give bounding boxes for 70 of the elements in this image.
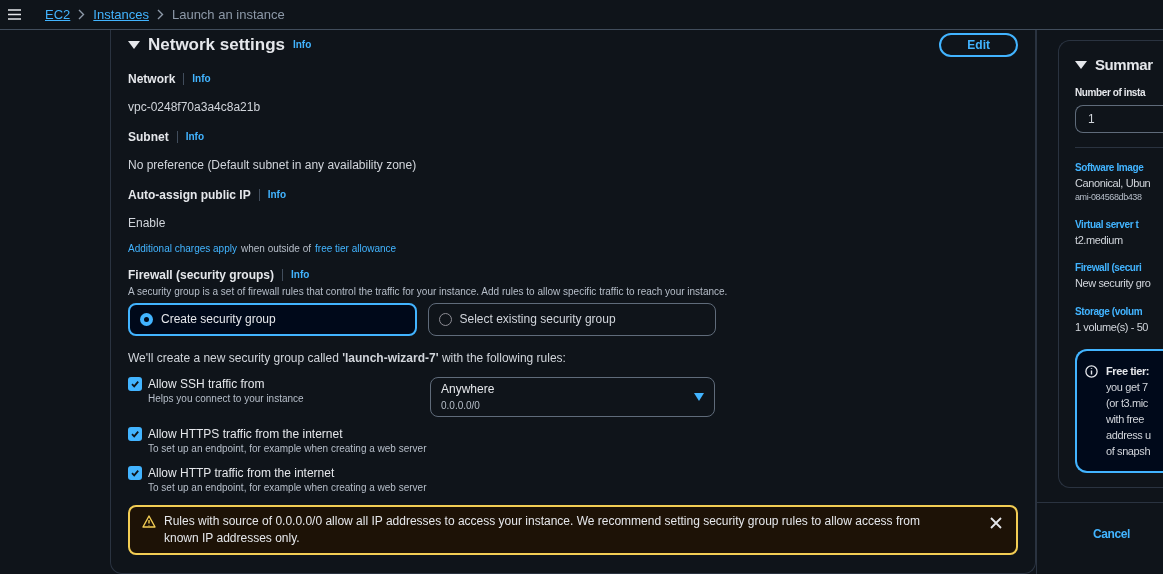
free-tier-link[interactable]: free tier allowance: [315, 240, 397, 256]
free-tier-text: of snapsh: [1106, 444, 1151, 459]
summary-value: New security gro: [1075, 276, 1152, 291]
edit-button[interactable]: Edit: [939, 32, 1018, 57]
rule-label: Allow HTTP traffic from the internet: [148, 465, 336, 480]
chevron-right-icon: [78, 9, 86, 20]
rule-label: Allow HTTPS traffic from the internet: [148, 426, 344, 441]
field-value: Enable: [128, 214, 167, 232]
rule-hint: To set up an endpoint, for example when creating a web server: [148, 441, 427, 456]
chevron-right-icon: [156, 9, 164, 20]
close-button[interactable]: [988, 514, 1004, 531]
summary-value: 1 volume(s) - 50: [1075, 319, 1150, 335]
select-detail: 0.0.0.0/0: [441, 399, 481, 413]
summary-link[interactable]: Software Image: [1075, 159, 1163, 175]
close-icon: [990, 516, 1002, 529]
checkmark-icon: [130, 467, 140, 478]
field-label: Number of insta: [1075, 85, 1147, 100]
field-label: Auto-assign public IP: [128, 186, 251, 204]
caret-down-icon[interactable]: [1075, 60, 1087, 71]
info-icon: [1085, 365, 1098, 378]
free-tier-title: Free tier:: [1106, 364, 1151, 379]
charges-text: when outside of: [240, 241, 312, 256]
summary-link[interactable]: Virtual server t: [1075, 216, 1163, 232]
breadcrumb-link[interactable]: Instances: [93, 4, 149, 25]
breadcrumb-link[interactable]: EC2: [45, 4, 71, 25]
field-value: vpc-0248f70a3a4c8a21b: [128, 98, 262, 116]
instance-count-input[interactable]: 1: [1075, 104, 1163, 133]
checkbox[interactable]: [128, 465, 142, 480]
field-value: No preference (Default subnet in any availability zone): [128, 156, 418, 174]
select-value: Anywhere: [441, 381, 495, 398]
create-note: We'll create a new security group called 'launch-wizard-7' with the following rules:: [128, 349, 567, 367]
summary-value: t2.medium: [1075, 232, 1124, 248]
info-link[interactable]: Info: [291, 267, 310, 282]
checkmark-icon: [130, 428, 140, 439]
warning-text: Rules with source of 0.0.0.0/0 allow all IP addresses to access your instance. We recommend setting security group rules to allow access from known IP addresses only.: [164, 512, 921, 547]
firewall-description: A security group is a set of firewall rules that control the traffic for your instance. Add rules to allow specific traffic to reach your instance.: [128, 284, 729, 299]
cancel-button[interactable]: Cancel: [1093, 525, 1130, 543]
field-label: Network: [128, 70, 176, 88]
checkmark-icon: [130, 378, 140, 389]
summary-value: Canonical, Ubun: [1075, 175, 1152, 191]
summary-link[interactable]: Firewall (securi: [1075, 260, 1163, 275]
section-title: Network settings: [148, 34, 285, 56]
radio-tile[interactable]: Select existing security group: [427, 302, 716, 336]
breadcrumb-current: Launch an instance: [171, 5, 285, 24]
field-label: Subnet: [128, 128, 169, 146]
source-select[interactable]: Anywhere 0.0.0.0/0: [430, 376, 715, 417]
free-tier-text: you get 7: [1106, 380, 1149, 395]
free-tier-text: with free: [1106, 412, 1145, 427]
summary-link[interactable]: Storage (volum: [1075, 303, 1163, 319]
caret-down-icon[interactable]: [128, 39, 140, 50]
radio-icon: [140, 312, 153, 326]
info-link[interactable]: Info: [192, 71, 211, 86]
field-label: Firewall (security groups): [128, 266, 275, 284]
free-tier-text: address u: [1106, 428, 1151, 443]
warning-icon: [142, 514, 156, 528]
charges-link[interactable]: Additional charges apply: [128, 240, 237, 256]
info-link[interactable]: Info: [293, 37, 312, 53]
summary-title: Summar: [1095, 55, 1153, 75]
menu-icon[interactable]: [8, 9, 21, 20]
summary-value: ami-084568db438: [1075, 191, 1143, 204]
info-link[interactable]: Info: [185, 129, 204, 144]
caret-down-icon: [694, 392, 704, 401]
free-tier-text: (or t3.mic: [1106, 396, 1149, 411]
rule-hint: Helps you connect to your instance: [148, 391, 304, 406]
info-link[interactable]: Info: [267, 187, 286, 202]
checkbox[interactable]: [128, 376, 142, 391]
rule-hint: To set up an endpoint, for example when creating a web server: [148, 480, 427, 495]
radio-tile[interactable]: Create security group: [128, 302, 417, 336]
rule-label: Allow SSH traffic from: [148, 376, 266, 391]
checkbox[interactable]: [128, 426, 142, 441]
